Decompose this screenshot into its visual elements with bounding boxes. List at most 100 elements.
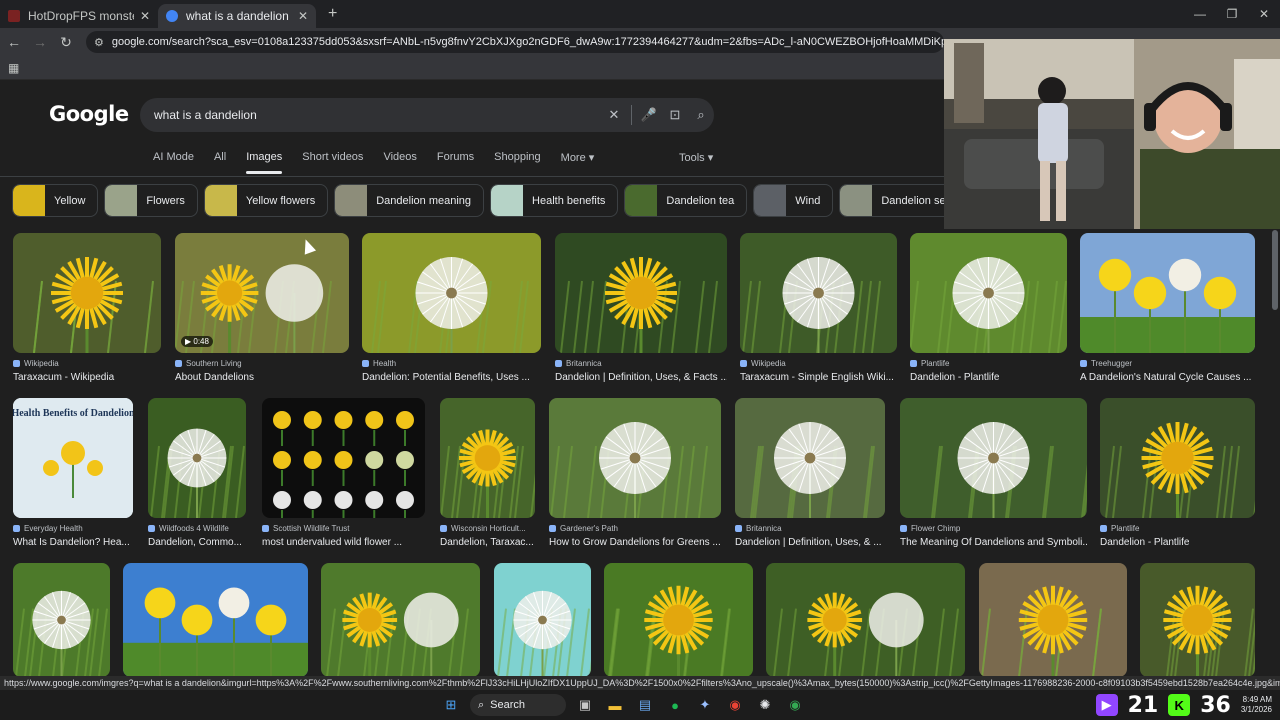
back-icon[interactable]: ← <box>2 34 26 50</box>
taskbar-search[interactable]: ⌕ Search <box>470 694 566 716</box>
image-thumbnail[interactable] <box>900 398 1087 518</box>
image-result[interactable]: Britannica Dandelion | Definition, Uses, … <box>555 233 727 383</box>
image-result[interactable]: Treehugger A Dandelion's Natural Cycle Ca… <box>1080 233 1255 383</box>
image-result[interactable]: ▶ 0:48 Southern Living About Dandelions <box>175 233 349 383</box>
tab-shopping[interactable]: Shopping <box>494 151 541 164</box>
result-caption[interactable]: Taraxacum - Wikipedia <box>13 372 161 383</box>
result-source[interactable]: Plantlife <box>1100 524 1255 533</box>
result-caption[interactable]: Dandelion | Definition, Uses, & Facts ..… <box>555 372 727 383</box>
forward-icon[interactable]: → <box>28 34 52 50</box>
result-source[interactable]: Everyday Health <box>13 524 133 533</box>
spotify-icon[interactable]: ● <box>664 694 686 716</box>
image-thumbnail[interactable] <box>766 563 965 677</box>
tab-short-videos[interactable]: Short videos <box>302 151 363 164</box>
image-thumbnail[interactable]: Health Benefits of Dandelion <box>13 398 133 518</box>
refinement-chip[interactable]: Wind <box>753 184 834 217</box>
image-thumbnail[interactable] <box>979 563 1127 677</box>
tools-button[interactable]: Tools ▾ <box>679 151 713 164</box>
image-result[interactable]: Plantlife Dandelion - Plantlife <box>910 233 1067 383</box>
image-result[interactable]: Wikipedia Taraxacum - Wikipedia <box>13 233 161 383</box>
result-caption[interactable]: Dandelion, Taraxac... <box>440 537 535 548</box>
result-caption[interactable]: Dandelion | Definition, Uses, & ... <box>735 537 885 548</box>
image-thumbnail[interactable] <box>555 233 727 353</box>
image-thumbnail[interactable] <box>735 398 885 518</box>
image-thumbnail[interactable] <box>440 398 535 518</box>
tab-google-search[interactable]: what is a dandelion - Google Se ✕ <box>158 4 316 28</box>
image-thumbnail[interactable]: ▶ 0:48 <box>175 233 349 353</box>
image-thumbnail[interactable] <box>1080 233 1255 353</box>
site-info-icon[interactable]: ⚙ <box>94 36 104 49</box>
chatgpt-icon[interactable]: ✺ <box>754 694 776 716</box>
result-caption[interactable]: Dandelion, Commo... <box>148 537 246 548</box>
result-source[interactable]: Gardener's Path <box>549 524 721 533</box>
image-result[interactable] <box>979 563 1127 677</box>
result-caption[interactable]: Dandelion - Plantlife <box>1100 537 1255 548</box>
image-thumbnail[interactable] <box>549 398 721 518</box>
tab-hotdropfps[interactable]: HotDropFPS monster battle sty ✕ <box>0 4 158 28</box>
image-thumbnail[interactable] <box>494 563 591 677</box>
result-source[interactable]: Treehugger <box>1080 359 1255 368</box>
result-source[interactable]: Health <box>362 359 541 368</box>
task-view-icon[interactable]: ▣ <box>574 694 596 716</box>
result-caption[interactable]: About Dandelions <box>175 372 349 383</box>
result-caption[interactable]: Dandelion: Potential Benefits, Uses ... <box>362 372 541 383</box>
new-tab-icon[interactable]: + <box>328 5 337 23</box>
chrome-profile-icon[interactable]: ◉ <box>784 694 806 716</box>
image-thumbnail[interactable] <box>262 398 425 518</box>
image-thumbnail[interactable] <box>123 563 308 677</box>
refinement-chip[interactable]: Dandelion tea <box>624 184 748 217</box>
refinement-chip[interactable]: Yellow flowers <box>203 184 329 217</box>
result-caption[interactable]: How to Grow Dandelions for Greens ... <box>549 537 721 548</box>
camera-lens-icon[interactable]: ⊡ <box>662 107 688 123</box>
image-thumbnail[interactable] <box>1100 398 1255 518</box>
search-input[interactable] <box>154 108 601 122</box>
search-icon[interactable]: ⌕ <box>688 107 714 123</box>
refinement-chip[interactable]: Health benefits <box>490 184 619 217</box>
image-result[interactable]: Wildfoods 4 Wildlife Dandelion, Commo... <box>148 398 246 548</box>
image-thumbnail[interactable] <box>910 233 1067 353</box>
tab-more[interactable]: More ▾ <box>561 151 595 164</box>
image-result[interactable]: Wisconsin Horticult... Dandelion, Taraxac… <box>440 398 535 548</box>
scrollbar[interactable] <box>1272 230 1278 310</box>
tab-all[interactable]: All <box>214 151 226 164</box>
chrome-icon[interactable]: ◉ <box>724 694 746 716</box>
result-source[interactable]: Wikipedia <box>13 359 161 368</box>
clock[interactable]: 8:49 AM 3/1/2026 <box>1241 695 1272 715</box>
result-source[interactable]: Wikipedia <box>740 359 897 368</box>
image-thumbnail[interactable] <box>1140 563 1255 677</box>
image-result[interactable] <box>321 563 480 677</box>
result-source[interactable]: Scottish Wildlife Trust <box>262 524 425 533</box>
result-source[interactable]: Wildfoods 4 Wildlife <box>148 524 246 533</box>
refinement-chip[interactable]: Flowers <box>104 184 198 217</box>
image-result[interactable]: Scottish Wildlife Trust most undervalued … <box>262 398 425 548</box>
result-caption[interactable]: A Dandelion's Natural Cycle Causes ... <box>1080 372 1255 383</box>
image-thumbnail[interactable] <box>740 233 897 353</box>
image-result[interactable]: Flower Chimp The Meaning Of Dandelions an… <box>900 398 1087 548</box>
minimize-icon[interactable]: — <box>1184 0 1216 28</box>
refinement-chip[interactable]: Yellow <box>12 184 99 217</box>
tab-videos[interactable]: Videos <box>383 151 416 164</box>
image-result[interactable] <box>13 563 110 677</box>
microphone-icon[interactable]: 🎤 <box>636 107 662 123</box>
result-caption[interactable]: Taraxacum - Simple English Wiki... <box>740 372 897 383</box>
result-source[interactable]: Britannica <box>555 359 727 368</box>
image-result[interactable] <box>123 563 308 677</box>
close-icon[interactable]: ✕ <box>298 9 308 23</box>
image-result[interactable] <box>1140 563 1255 677</box>
image-result[interactable] <box>766 563 965 677</box>
image-result[interactable]: Health Benefits of Dandelion Everyday Hea… <box>13 398 133 548</box>
close-window-icon[interactable]: ✕ <box>1248 0 1280 28</box>
file-explorer-icon[interactable]: ▬ <box>604 694 626 716</box>
image-result[interactable]: Gardener's Path How to Grow Dandelions fo… <box>549 398 721 548</box>
image-result[interactable] <box>494 563 591 677</box>
notepad-icon[interactable]: ▤ <box>634 694 656 716</box>
result-caption[interactable]: most undervalued wild flower ... <box>262 537 425 548</box>
restore-icon[interactable]: ❐ <box>1216 0 1248 28</box>
clear-icon[interactable]: ✕ <box>601 107 627 123</box>
reload-icon[interactable]: ↻ <box>54 34 78 51</box>
image-thumbnail[interactable] <box>13 563 110 677</box>
image-result[interactable]: Health Dandelion: Potential Benefits, Use… <box>362 233 541 383</box>
image-result[interactable]: Plantlife Dandelion - Plantlife <box>1100 398 1255 548</box>
result-source[interactable]: Wisconsin Horticult... <box>440 524 535 533</box>
refinement-chip[interactable]: Dandelion meaning <box>334 184 485 217</box>
